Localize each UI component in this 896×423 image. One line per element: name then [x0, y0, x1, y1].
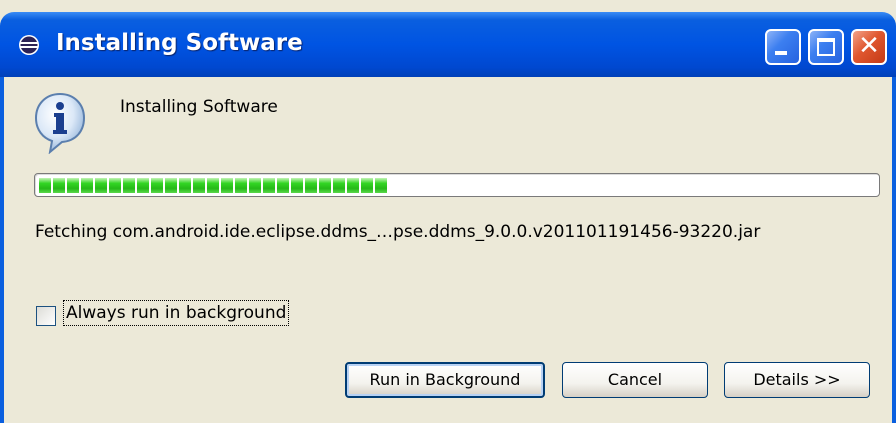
window-frame-left: [0, 77, 4, 423]
progress-segment: [375, 178, 387, 193]
status-text: Fetching com.android.ide.eclipse.ddms_…p…: [35, 222, 761, 242]
checkbox-label-text: Always run in background: [66, 303, 287, 323]
progress-segment: [235, 178, 247, 193]
progress-segment: [263, 178, 275, 193]
run-in-background-button[interactable]: Run in Background: [345, 362, 545, 398]
progress-segment: [319, 178, 331, 193]
dialog-header: Installing Software: [120, 97, 278, 117]
progress-segment: [333, 178, 345, 193]
eclipse-icon: [19, 35, 39, 55]
close-icon: ✕: [858, 31, 880, 61]
progress-segment: [291, 178, 303, 193]
progress-segment: [109, 178, 121, 193]
progress-segment: [193, 178, 205, 193]
close-button[interactable]: ✕: [851, 29, 887, 65]
progress-segment: [67, 178, 79, 193]
details-button[interactable]: Details >>: [724, 362, 870, 398]
progress-segment: [151, 178, 163, 193]
progress-bar: [34, 173, 880, 197]
window-frame-right: [892, 77, 896, 423]
progress-segment: [81, 178, 93, 193]
cancel-button[interactable]: Cancel: [562, 362, 708, 398]
minimize-button[interactable]: [765, 29, 801, 65]
progress-segment: [123, 178, 135, 193]
always-run-in-background-checkbox[interactable]: [36, 306, 56, 326]
progress-fill: [39, 178, 387, 193]
info-icon: [34, 92, 86, 154]
progress-segment: [39, 178, 51, 193]
progress-segment: [249, 178, 261, 193]
checkbox-label[interactable]: Always run in background: [63, 300, 290, 326]
progress-segment: [361, 178, 373, 193]
window-title: Installing Software: [56, 30, 303, 56]
minimize-icon: [775, 51, 787, 55]
maximize-icon: [817, 38, 835, 56]
installing-software-window: Installing Software ✕ Installing Softwar…: [0, 0, 896, 423]
progress-segment: [277, 178, 289, 193]
progress-segment: [95, 178, 107, 193]
progress-segment: [347, 178, 359, 193]
progress-segment: [165, 178, 177, 193]
progress-segment: [137, 178, 149, 193]
progress-segment: [53, 178, 65, 193]
progress-segment: [221, 178, 233, 193]
progress-segment: [305, 178, 317, 193]
progress-segment: [207, 178, 219, 193]
progress-segment: [179, 178, 191, 193]
title-bar[interactable]: Installing Software ✕: [0, 12, 896, 77]
maximize-button[interactable]: [808, 29, 844, 65]
